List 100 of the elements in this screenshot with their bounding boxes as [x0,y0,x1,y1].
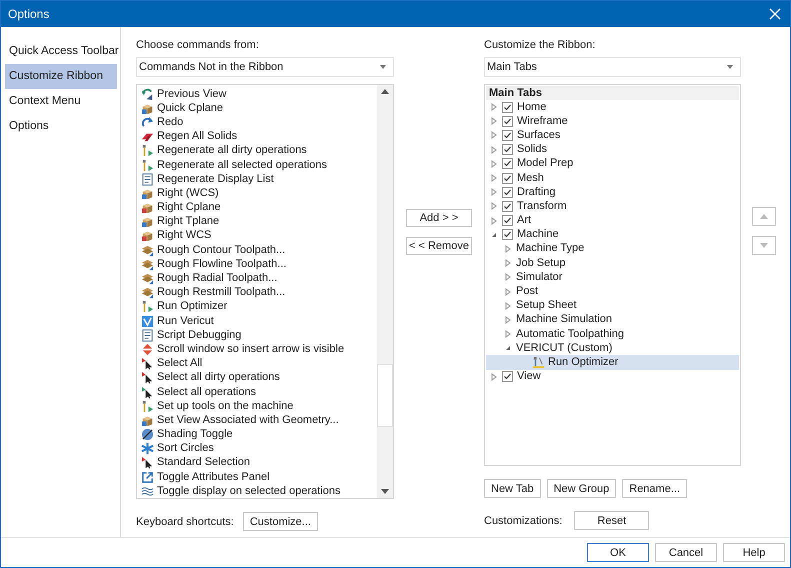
tree-item[interactable]: Art [517,214,532,228]
checkbox[interactable] [502,186,513,198]
tree-item[interactable]: Automatic Toolpathing [516,328,624,341]
command-item[interactable]: Rough Flowline Toolpath... [157,258,286,271]
command-item[interactable]: Redo [157,116,184,129]
command-item[interactable]: Set up tools on the machine [157,400,294,413]
dialog-button[interactable]: OK [587,543,649,562]
expand-icon[interactable] [490,146,498,154]
dialog-button[interactable]: Help [723,543,785,562]
command-item[interactable]: Rough Restmill Toolpath... [157,286,286,300]
command-item[interactable]: Right Tplane [157,215,220,228]
expand-icon[interactable] [504,316,512,324]
command-item[interactable]: Shading Toggle [157,428,233,442]
sidebar-item[interactable]: Quick Access Toolbar [5,39,117,64]
expand-icon[interactable] [504,330,512,338]
command-item[interactable]: Select all operations [157,386,256,399]
sidebar-item[interactable]: Options [5,114,117,139]
checkbox[interactable] [502,144,513,156]
checkbox[interactable] [502,158,513,170]
close-icon[interactable] [769,8,781,20]
expand-icon[interactable] [490,160,498,168]
expand-icon[interactable] [504,288,512,296]
tree-item[interactable]: Job Setup [516,256,566,270]
scrollbar[interactable] [377,85,393,498]
move-down-button[interactable] [752,236,776,255]
sidebar-item[interactable]: Context Menu [5,89,117,114]
checkbox[interactable] [502,172,513,184]
expand-icon[interactable] [504,259,512,268]
command-item[interactable]: Run Optimizer [157,300,228,314]
command-item[interactable]: Set View Associated with Geometry... [157,414,339,427]
command-item[interactable]: Select All [157,357,202,370]
selected-tree-row[interactable]: Run Optimizer [486,355,739,370]
collapse-icon[interactable] [504,344,512,352]
command-item[interactable]: Script Debugging [157,328,242,342]
tree-item[interactable]: Transform [517,200,567,213]
tree-item[interactable]: Machine Type [516,242,584,256]
scroll-thumb[interactable] [377,364,393,427]
command-item[interactable]: Quick Cplane [157,102,224,115]
tree-action-button[interactable]: New Group [546,479,616,498]
move-up-button[interactable] [752,207,776,226]
command-item[interactable]: Regenerate Display List [157,172,274,186]
tree-action-button[interactable]: New Tab [484,479,541,498]
scroll-up-icon[interactable] [381,89,389,94]
command-item[interactable]: Rough Contour Toolpath... [157,244,286,257]
command-item[interactable]: Run Vericut [157,314,214,328]
tree-item[interactable]: Drafting [517,186,556,199]
customize-button[interactable]: Customize... [242,512,318,531]
expand-icon[interactable] [490,372,498,381]
tree-action-button[interactable]: Rename... [622,479,687,498]
checkbox[interactable] [502,371,513,382]
expand-icon[interactable] [504,244,512,253]
tree-item[interactable]: Mesh [517,172,544,185]
command-item[interactable]: Right (WCS) [157,186,219,200]
add-button[interactable]: Add > > [406,209,472,227]
ribbon-dropdown[interactable]: Main Tabs [484,57,741,77]
tree-item[interactable]: Wireframe [517,114,568,128]
command-item[interactable]: Regenerate all dirty operations [157,144,307,158]
tree-item[interactable]: Model Prep [517,157,574,170]
expand-icon[interactable] [490,174,498,182]
tree-item[interactable]: Surfaces [517,128,560,142]
reset-button[interactable]: Reset [574,511,650,530]
expand-icon[interactable] [504,302,512,310]
tree-item[interactable]: Setup Sheet [516,299,577,312]
command-item[interactable]: Scroll window so insert arrow is visible [157,342,344,356]
command-item[interactable]: Previous View [157,88,226,101]
command-item[interactable]: Toggle display on selected operations [157,484,340,498]
collapse-icon[interactable] [490,230,498,239]
expand-icon[interactable] [490,103,498,112]
checkbox[interactable] [502,102,513,113]
checkbox[interactable] [502,116,513,127]
command-item[interactable]: Toggle Attributes Panel [157,470,270,484]
commands-dropdown[interactable]: Commands Not in the Ribbon [136,57,394,77]
tree-item[interactable]: Machine [517,228,559,242]
expand-icon[interactable] [490,216,498,225]
tree-item[interactable]: Simulator [516,270,562,284]
sidebar-item[interactable]: Customize Ribbon [5,64,117,89]
scroll-down-icon[interactable] [381,489,389,494]
command-item[interactable]: Right WCS [157,229,212,242]
command-item[interactable]: Regen All Solids [157,130,238,144]
expand-icon[interactable] [504,273,512,282]
command-item[interactable]: Right Cplane [157,201,221,214]
command-item[interactable]: Sort Circles [157,442,214,456]
remove-button[interactable]: < < Remove [406,237,472,255]
expand-icon[interactable] [490,117,498,126]
expand-icon[interactable] [490,188,498,196]
tree-item[interactable]: Machine Simulation [516,313,612,326]
tree-item[interactable]: Solids [517,143,547,156]
checkbox[interactable] [502,215,513,226]
tree-item[interactable]: View [517,370,541,384]
checkbox[interactable] [502,229,513,240]
expand-icon[interactable] [490,202,498,210]
tree-item[interactable]: VERICUT (Custom) [516,342,612,355]
command-item[interactable]: Regenerate all selected operations [157,158,328,172]
command-item[interactable]: Standard Selection [157,456,250,470]
expand-icon[interactable] [490,131,498,140]
command-item[interactable]: Rough Radial Toolpath... [157,272,278,286]
checkbox[interactable] [502,130,513,141]
checkbox[interactable] [502,200,513,212]
command-item[interactable]: Select all dirty operations [157,371,280,384]
dialog-button[interactable]: Cancel [655,543,717,562]
